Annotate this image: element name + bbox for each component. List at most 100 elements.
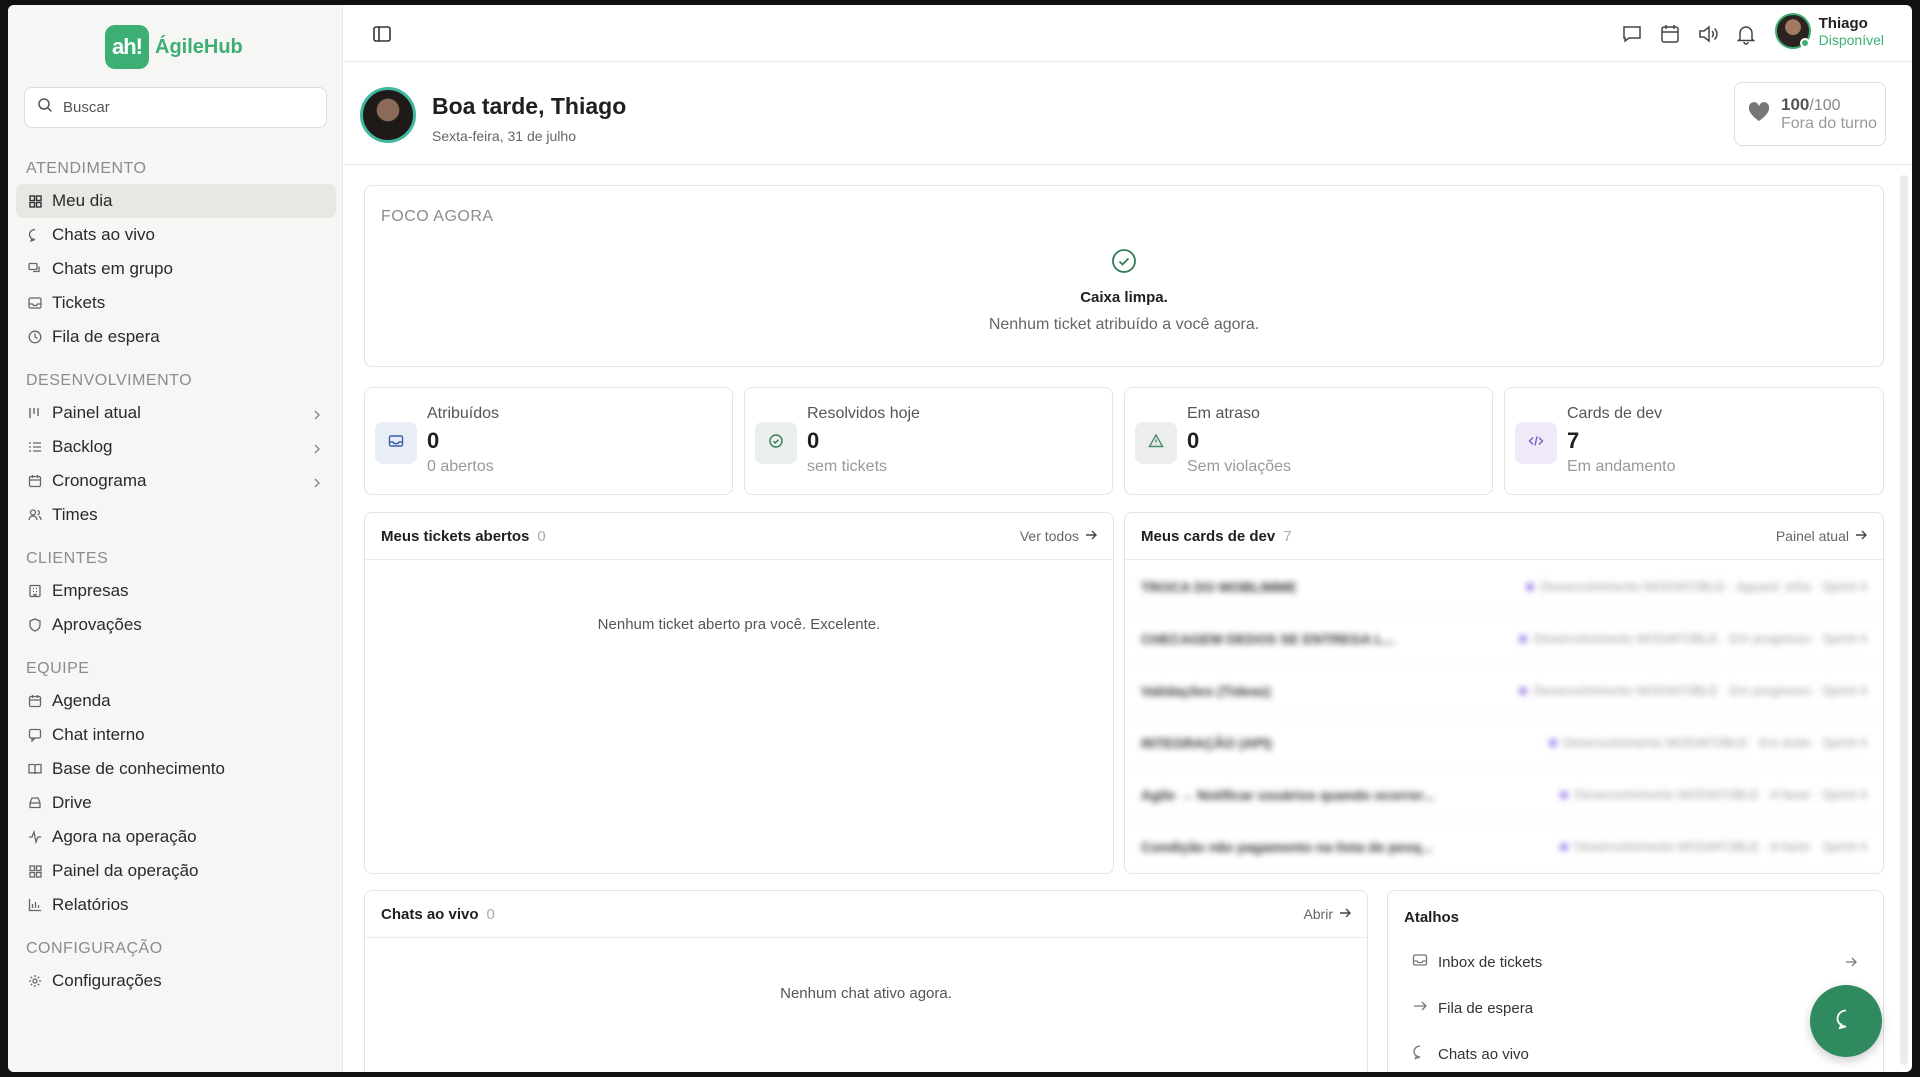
sidebar-item-backlog[interactable]: Backlog bbox=[16, 430, 336, 464]
message-icon[interactable] bbox=[1621, 23, 1643, 50]
chevron-right-icon[interactable] bbox=[312, 474, 322, 494]
speaker-icon[interactable] bbox=[1697, 23, 1719, 50]
sidebar-item-chat-interno[interactable]: Chat interno bbox=[16, 718, 336, 752]
shield-icon bbox=[28, 618, 42, 632]
sidebar-item-aprovacoes[interactable]: Aprovações bbox=[16, 608, 336, 642]
bell-icon[interactable] bbox=[1735, 23, 1757, 50]
sidebar-item-label: Relatórios bbox=[52, 895, 129, 914]
arrow-right-icon bbox=[1845, 955, 1857, 972]
book-icon bbox=[28, 762, 42, 776]
stat-label: Cards de dev bbox=[1567, 405, 1663, 422]
sidebar-item-meu-dia[interactable]: Meu dia bbox=[16, 184, 336, 218]
user-status: Disponível bbox=[1818, 31, 1884, 48]
priority-dot bbox=[1560, 791, 1569, 799]
sidebar-item-label: Fila de espera bbox=[52, 327, 160, 346]
calendar-icon[interactable] bbox=[1659, 23, 1681, 50]
arrow-right-icon bbox=[1412, 998, 1428, 1018]
sidebar-item-configuracoes[interactable]: Configurações bbox=[16, 964, 336, 998]
shortcut-inbox[interactable]: Inbox de tickets bbox=[1388, 939, 1883, 985]
sidebar-item-fila-de-espera[interactable]: Fila de espera bbox=[16, 320, 336, 354]
page-date: Sexta-feira, 31 de julho bbox=[432, 128, 576, 144]
sidebar-item-empresas[interactable]: Empresas bbox=[16, 574, 336, 608]
search-box[interactable] bbox=[24, 87, 327, 128]
chat-bubble-icon bbox=[28, 228, 42, 242]
priority-dot bbox=[1526, 583, 1535, 591]
stat-card-resolvidos[interactable]: Resolvidos hoje 0 sem tickets bbox=[744, 387, 1113, 495]
stat-icon-box bbox=[375, 422, 417, 464]
chevron-right-icon[interactable] bbox=[312, 440, 322, 460]
stat-sub: 0 abertos bbox=[427, 458, 494, 475]
chat-fab-button[interactable] bbox=[1810, 985, 1882, 1057]
sidebar-item-painel-atual[interactable]: Painel atual bbox=[16, 396, 336, 430]
shortcut-label: Fila de espera bbox=[1438, 999, 1534, 1017]
sidebar-item-label: Empresas bbox=[52, 581, 129, 600]
list-item[interactable]: CHECAGEM DEDOS SE ENTREGA L... Desenvolvi… bbox=[1125, 613, 1883, 665]
list-item[interactable]: Validações (Tideas) Desenvolvimento MODAF… bbox=[1125, 665, 1883, 717]
sidebar-item-label: Configurações bbox=[52, 971, 162, 990]
chevron-right-icon[interactable] bbox=[312, 406, 322, 426]
stat-value: 0 bbox=[427, 428, 440, 453]
focus-heading: Caixa limpa. bbox=[1080, 289, 1168, 306]
users-icon bbox=[28, 508, 42, 522]
chat-bubble-icon bbox=[1834, 1007, 1858, 1036]
list-item[interactable]: TROCA DO MOBLIMME Desenvolvimento MODAFOB… bbox=[1125, 561, 1883, 613]
stat-sub: Em andamento bbox=[1567, 458, 1676, 475]
priority-dot bbox=[1519, 687, 1528, 695]
sidebar-item-label: Base de conhecimento bbox=[52, 759, 225, 778]
sidebar-item-label: Cronograma bbox=[52, 471, 147, 490]
sidebar: ah! ÁgileHub ATENDIMENTO Meu dia Chats a… bbox=[8, 5, 343, 1072]
sidebar-item-times[interactable]: Times bbox=[16, 498, 336, 532]
card-title: Agile → Notificar usuários quando ocorre… bbox=[1141, 786, 1435, 803]
stat-card-atribuidos[interactable]: Atribuídos 0 0 abertos bbox=[364, 387, 733, 495]
shortcut-chats-ao-vivo[interactable]: Chats ao vivo bbox=[1388, 1031, 1883, 1072]
card-meta: Desenvolvimento MODAFOBLE · Aguard. infr… bbox=[1526, 579, 1867, 594]
card-meta-text: Desenvolvimento MODAFOBLE · A fazer · Sp… bbox=[1574, 839, 1867, 854]
sidebar-item-label: Backlog bbox=[52, 437, 113, 456]
stat-card-em-atraso[interactable]: Em atraso 0 Sem violações bbox=[1124, 387, 1493, 495]
panel-title: Atalhos bbox=[1404, 909, 1460, 926]
stat-label: Atribuídos bbox=[427, 405, 500, 422]
sidebar-item-agora-na-operacao[interactable]: Agora na operação bbox=[16, 820, 336, 854]
logo-mark: ah! bbox=[105, 25, 149, 69]
sidebar-item-label: Chats ao vivo bbox=[52, 225, 155, 244]
abrir-link[interactable]: Abrir bbox=[1303, 906, 1351, 922]
sidebar-item-label: Painel da operação bbox=[52, 861, 199, 880]
page-header: Boa tarde, Thiago Sexta-feira, 31 de jul… bbox=[344, 63, 1912, 165]
sidebar-item-drive[interactable]: Drive bbox=[16, 786, 336, 820]
section-title: CLIENTES bbox=[26, 550, 109, 567]
activity-icon bbox=[28, 830, 42, 844]
sidebar-toggle-icon[interactable] bbox=[372, 24, 392, 49]
ver-todos-link[interactable]: Ver todos bbox=[1020, 528, 1097, 544]
user-menu[interactable]: Thiago Disponível bbox=[1774, 13, 1884, 49]
sidebar-item-chats-ao-vivo[interactable]: Chats ao vivo bbox=[16, 218, 336, 252]
list-item[interactable]: Agile → Notificar usuários quando ocorre… bbox=[1125, 769, 1883, 821]
brand-logo[interactable]: ah! ÁgileHub bbox=[105, 25, 243, 69]
card-meta: Desenvolvimento MODAFOBLE · Em progresso… bbox=[1519, 683, 1867, 698]
sidebar-item-painel-da-operacao[interactable]: Painel da operação bbox=[16, 854, 336, 888]
user-name: Thiago bbox=[1818, 14, 1868, 32]
painel-atual-link[interactable]: Painel atual bbox=[1776, 528, 1867, 544]
sidebar-item-label: Tickets bbox=[52, 293, 106, 312]
score-label: Fora do turno bbox=[1781, 115, 1878, 132]
panel-title: Meus cards de dev bbox=[1141, 527, 1276, 545]
stat-value: 0 bbox=[807, 428, 820, 453]
sidebar-item-base-de-conhecimento[interactable]: Base de conhecimento bbox=[16, 752, 336, 786]
sidebar-item-cronograma[interactable]: Cronograma bbox=[16, 464, 336, 498]
shortcut-fila-de-espera[interactable]: Fila de espera bbox=[1388, 985, 1883, 1031]
sidebar-item-chats-em-grupo[interactable]: Chats em grupo bbox=[16, 252, 336, 286]
score-card[interactable]: 100/100 Fora do turno bbox=[1734, 82, 1886, 146]
priority-dot bbox=[1519, 635, 1528, 643]
panel-title: Chats ao vivo bbox=[381, 905, 479, 923]
search-input[interactable] bbox=[63, 99, 303, 116]
sidebar-item-agenda[interactable]: Agenda bbox=[16, 684, 336, 718]
card-meta-text: Desenvolvimento MODAFOBLE · Em teste · S… bbox=[1562, 735, 1867, 750]
scrollbar[interactable] bbox=[1900, 175, 1908, 1065]
building-icon bbox=[28, 584, 42, 598]
list-item[interactable]: INTEGRAÇÃO (API) Desenvolvimento MODAFOBL… bbox=[1125, 717, 1883, 769]
sidebar-item-tickets[interactable]: Tickets bbox=[16, 286, 336, 320]
stat-card-cards-de-dev[interactable]: Cards de dev 7 Em andamento bbox=[1504, 387, 1884, 495]
sidebar-item-label: Agenda bbox=[52, 691, 111, 710]
list-item[interactable]: Condição não pagamento na lista de pesq.… bbox=[1125, 821, 1883, 873]
sidebar-item-relatorios[interactable]: Relatórios bbox=[16, 888, 336, 922]
card-meta: Desenvolvimento MODAFOBLE · Em progresso… bbox=[1519, 631, 1867, 646]
